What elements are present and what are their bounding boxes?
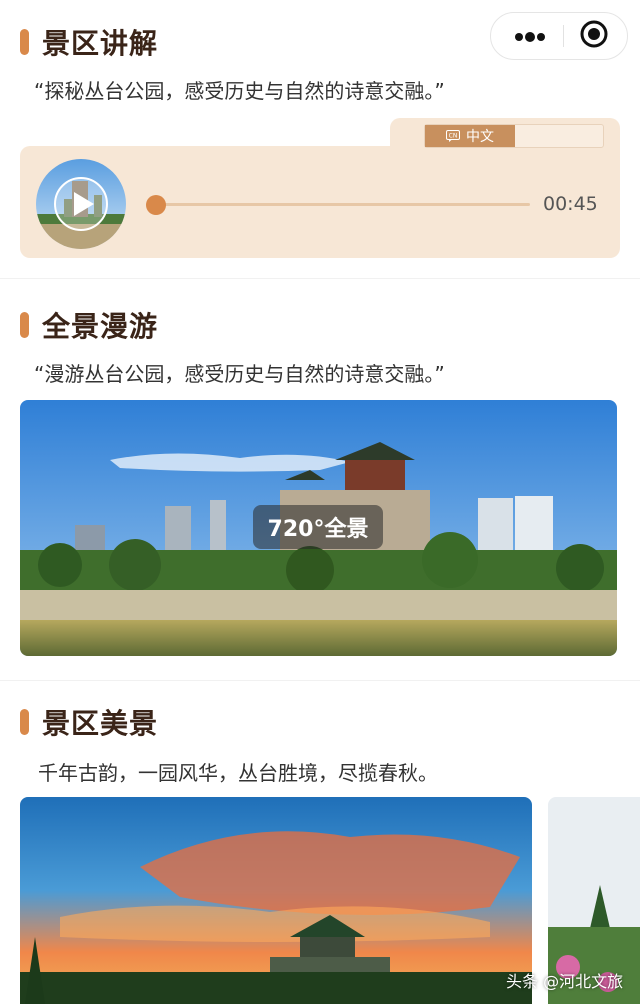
section-title-text: 景区讲解 — [42, 27, 159, 60]
section-divider — [0, 680, 640, 681]
panorama-720-badge[interactable]: 720°全景 — [253, 505, 383, 549]
section-divider — [0, 278, 640, 279]
section-title-audio: 景区讲解 — [20, 22, 158, 62]
section-title-scenery: 景区美景 — [20, 702, 158, 742]
scenery-image-main[interactable] — [20, 797, 532, 1004]
audio-progress-track[interactable] — [150, 203, 530, 206]
title-accent-bar — [20, 29, 29, 55]
title-accent-bar — [20, 312, 29, 338]
watermark-text: 头条 @河北文旅 — [506, 972, 624, 991]
svg-text:CN: CN — [449, 133, 458, 140]
language-label: 中文 — [466, 129, 494, 145]
panorama-quote: “漫游丛台公园，感受历史与自然的诗意交融。” — [34, 362, 445, 386]
miniprogram-capsule — [490, 12, 628, 60]
section-title-text: 景区美景 — [42, 707, 159, 740]
title-accent-bar — [20, 709, 29, 735]
scenery-caption: 千年古韵，一园风华，丛台胜境，尽揽春秋。 — [38, 761, 438, 785]
language-selector[interactable]: CN 中文 — [424, 124, 604, 148]
audio-progress-knob[interactable] — [146, 195, 166, 215]
language-option-chinese[interactable]: CN 中文 — [425, 125, 515, 147]
section-title-text: 全景漫游 — [42, 310, 159, 343]
audio-quote: “探秘丛台公园，感受历史与自然的诗意交融。” — [34, 79, 445, 103]
capsule-divider — [562, 25, 564, 47]
language-icon: CN — [446, 130, 460, 142]
target-circle-icon[interactable] — [579, 19, 609, 53]
section-title-panorama: 全景漫游 — [20, 305, 158, 345]
more-dots-icon[interactable] — [513, 27, 547, 46]
audio-time: 00:45 — [543, 193, 598, 215]
audio-cover-play-button[interactable] — [36, 159, 126, 249]
